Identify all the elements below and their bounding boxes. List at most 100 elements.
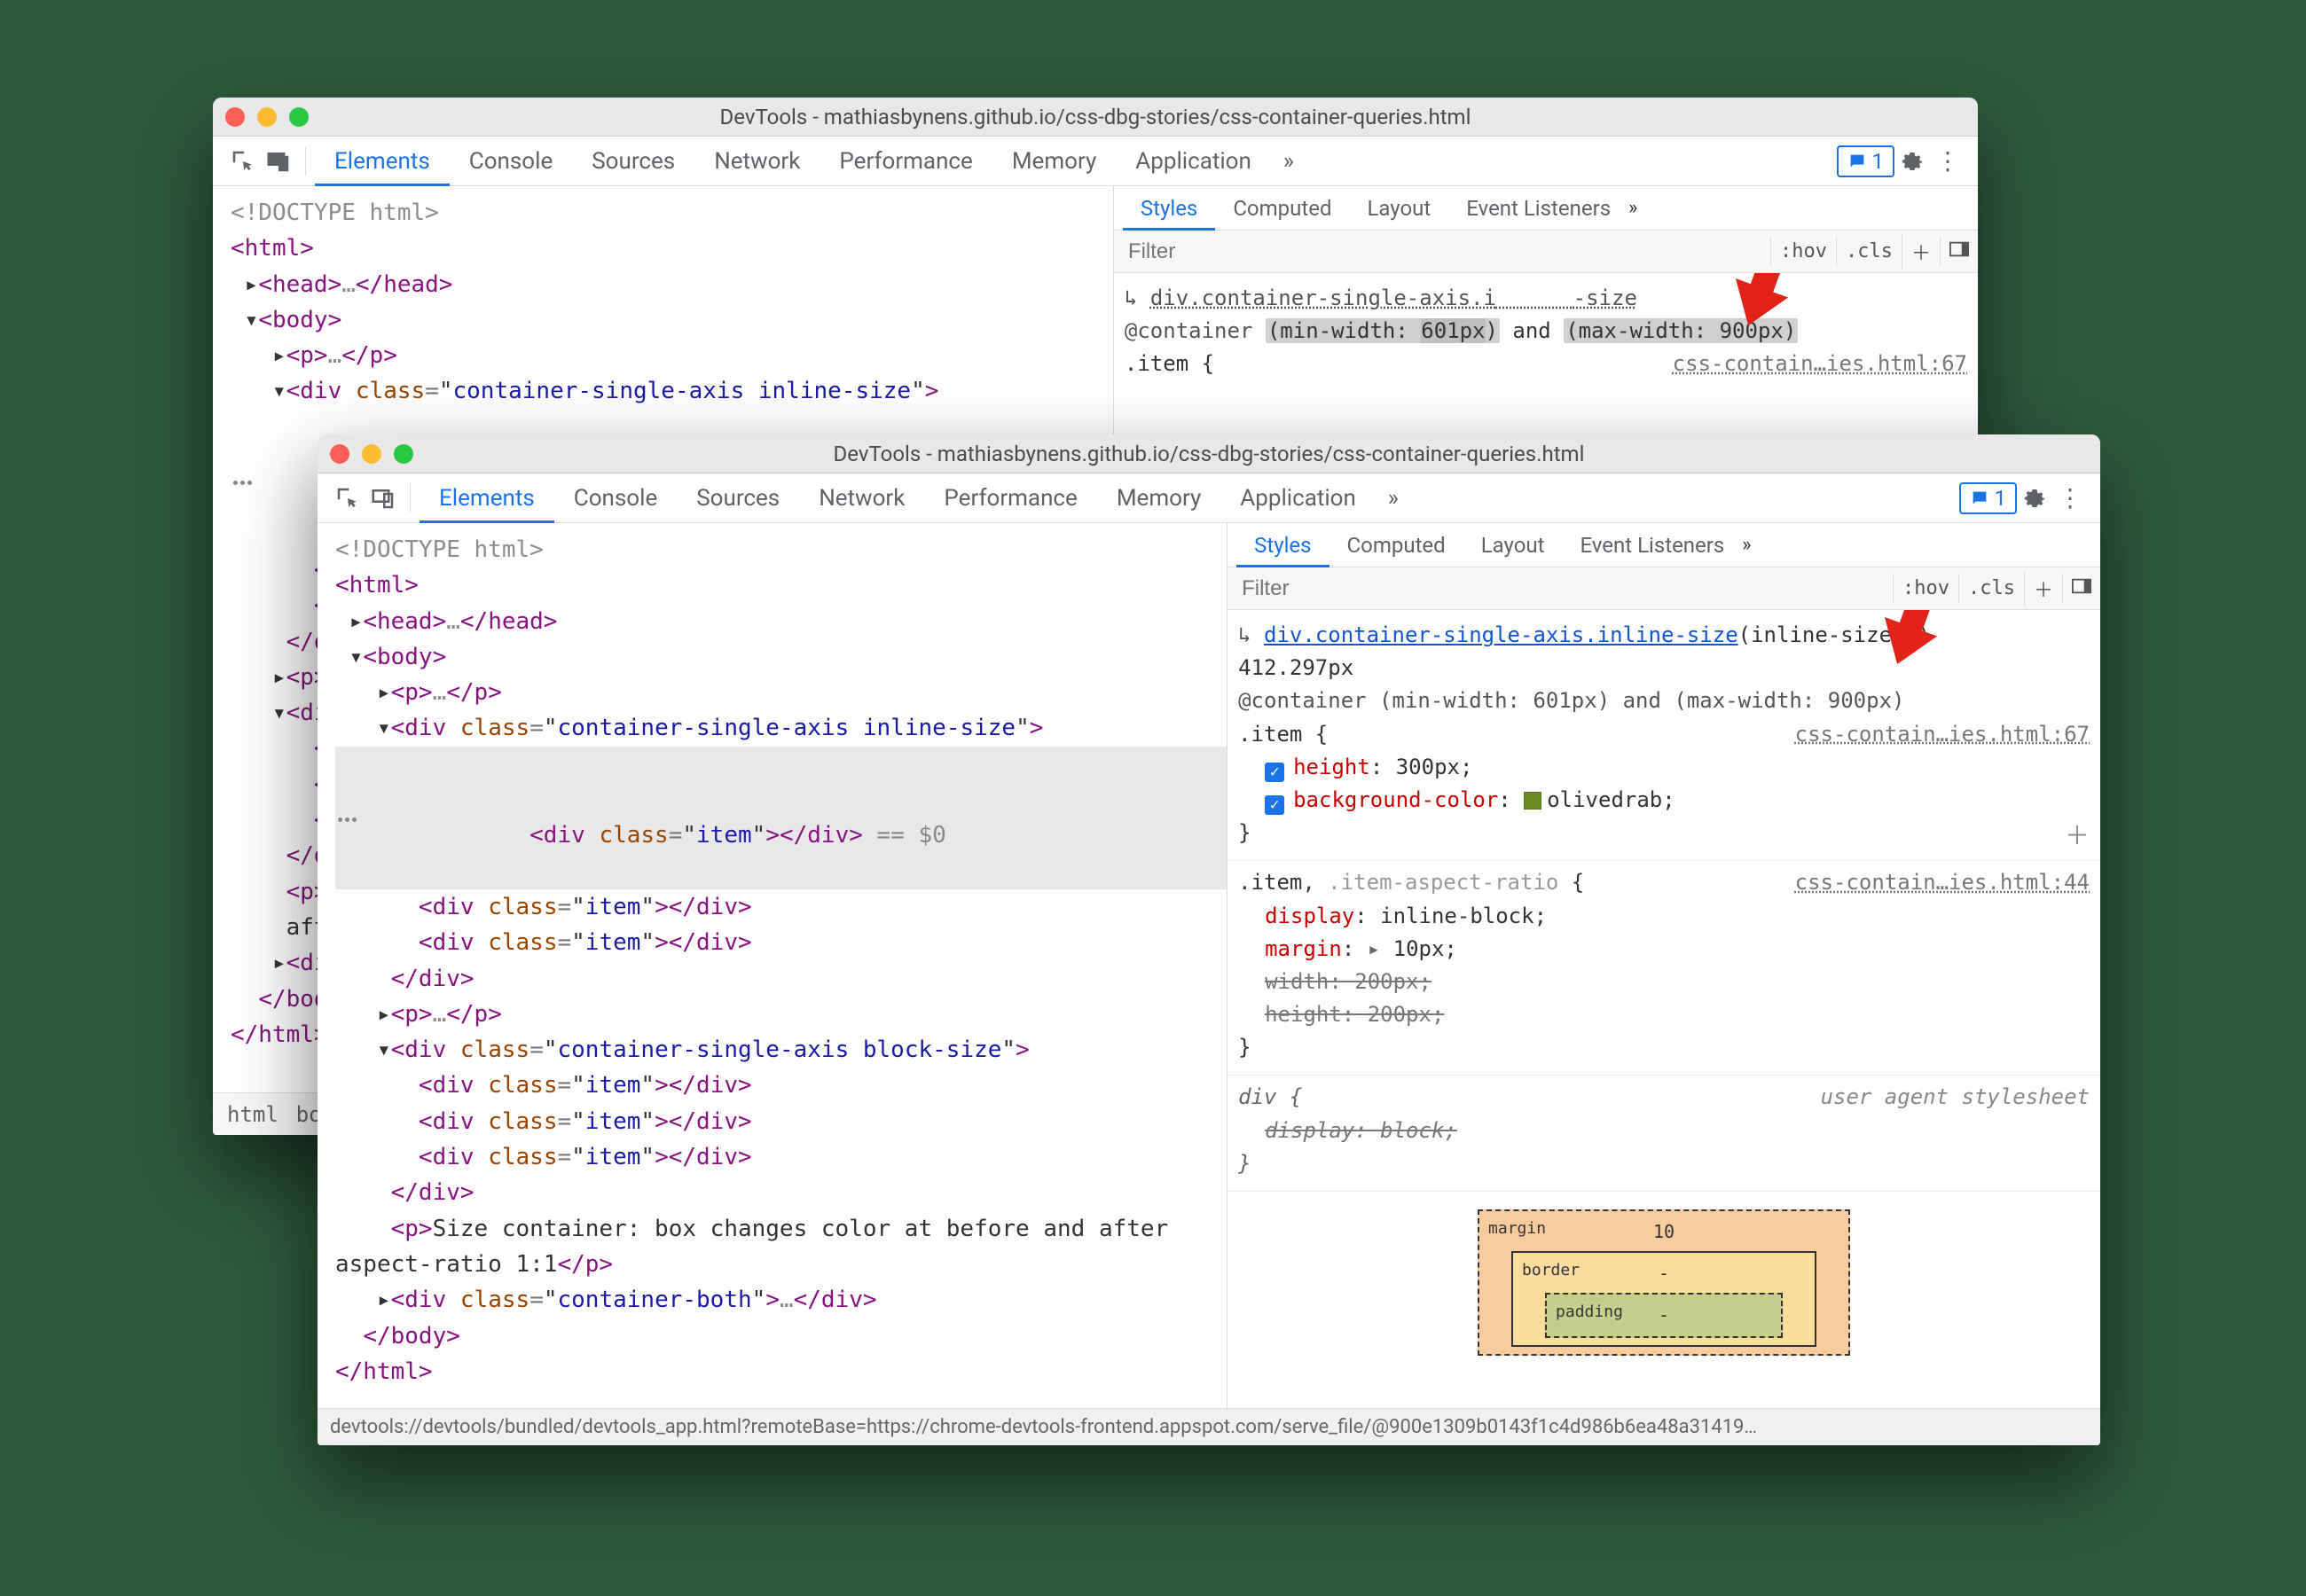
html-close[interactable]: </html>: [335, 1354, 1227, 1389]
toggle-sidebar-icon[interactable]: [1940, 237, 1978, 266]
toggle-sidebar-icon[interactable]: [2062, 574, 2100, 603]
div-item-2[interactable]: <div class="item"></div>: [335, 889, 1227, 925]
container-rule[interactable]: @container (min-width: 601px) and (max-w…: [1125, 315, 1967, 348]
div-2-close[interactable]: </div>: [335, 1175, 1227, 1210]
p-empty-2[interactable]: ▸<p>…</p>: [335, 997, 1227, 1032]
more-tabs-icon[interactable]: »: [1376, 481, 1411, 516]
rule-item-aspect[interactable]: css-contain…ies.html:44 .item, .item-asp…: [1238, 866, 2090, 1064]
add-prop-icon[interactable]: ＋: [2065, 817, 2090, 855]
div-item-selected[interactable]: <div class="item"></div> == $0: [335, 747, 1227, 889]
rule-div-ua[interactable]: user agent stylesheet div { display: blo…: [1238, 1081, 2090, 1180]
cls-toggle[interactable]: .cls: [1958, 574, 2024, 603]
tab-elements[interactable]: Elements: [420, 473, 554, 523]
div-container-1[interactable]: ▾<div class="container-single-axis inlin…: [335, 710, 1227, 746]
div2-item-3[interactable]: <div class="item"></div>: [335, 1139, 1227, 1175]
elements-tree[interactable]: <!DOCTYPE html> <html> ▸<head>…</head> ▾…: [318, 523, 1227, 1408]
tab-network[interactable]: Network: [694, 137, 820, 186]
head[interactable]: ▸<head>…</head>: [231, 267, 1113, 302]
inspect-element-icon[interactable]: [225, 144, 261, 179]
subtab-layout[interactable]: Layout: [1463, 523, 1563, 567]
tab-performance[interactable]: Performance: [820, 137, 992, 186]
prop-height[interactable]: height: 300px;: [1238, 751, 2090, 784]
hov-toggle[interactable]: :hov: [1893, 574, 1958, 603]
tab-elements[interactable]: Elements: [315, 137, 450, 186]
subtab-styles[interactable]: Styles: [1236, 523, 1329, 567]
cls-toggle[interactable]: .cls: [1836, 237, 1902, 266]
tab-application[interactable]: Application: [1116, 137, 1271, 186]
more-subtabs-icon[interactable]: »: [1628, 197, 1637, 219]
tab-memory[interactable]: Memory: [1097, 473, 1220, 523]
kebab-menu-icon[interactable]: ⋮: [1930, 144, 1965, 179]
tab-console[interactable]: Console: [450, 137, 572, 186]
settings-gear-icon[interactable]: [1894, 144, 1930, 179]
breadcrumb-item[interactable]: html: [227, 1102, 278, 1127]
html-open[interactable]: <html>: [335, 567, 1227, 603]
maximize-icon[interactable]: [289, 107, 309, 127]
settings-gear-icon[interactable]: [2017, 481, 2052, 516]
div-container-1[interactable]: ▾<div class="container-single-axis inlin…: [231, 373, 1113, 409]
item-selector[interactable]: css-contain…ies.html:67 .item {: [1125, 348, 1967, 380]
tab-sources[interactable]: Sources: [677, 473, 799, 523]
hov-toggle[interactable]: :hov: [1770, 237, 1836, 266]
source-location-2[interactable]: css-contain…ies.html:44: [1795, 866, 2090, 899]
box-model[interactable]: margin 10 border - padding -: [1478, 1209, 1850, 1356]
minimize-icon[interactable]: [257, 107, 277, 127]
body-open[interactable]: ▾<body>: [335, 639, 1227, 675]
subtab-computed[interactable]: Computed: [1215, 186, 1349, 231]
subtab-computed[interactable]: Computed: [1329, 523, 1463, 567]
checkbox-icon[interactable]: [1265, 763, 1284, 782]
p-node[interactable]: ▸<p>…</p>: [231, 338, 1113, 373]
source-location[interactable]: css-contain…ies.html:67: [1673, 348, 1967, 380]
body-open[interactable]: ▾<body>: [231, 302, 1113, 338]
rule-item[interactable]: css-contain…ies.html:67 .item { height: …: [1238, 718, 2090, 850]
styles-body[interactable]: ↳ div.container-single-axis.inline-size(…: [1228, 610, 2100, 1408]
p-empty-1[interactable]: ▸<p>…</p>: [335, 675, 1227, 710]
tab-application[interactable]: Application: [1220, 473, 1376, 523]
more-subtabs-icon[interactable]: »: [1742, 534, 1751, 556]
more-tabs-icon[interactable]: »: [1271, 144, 1306, 179]
titlebar[interactable]: DevTools - mathiasbynens.github.io/css-d…: [318, 434, 2100, 473]
tab-sources[interactable]: Sources: [572, 137, 694, 186]
crumb-row[interactable]: ↳ div.container-single-axis.i -size: [1125, 282, 1967, 315]
subtab-event-listeners[interactable]: Event Listeners: [1448, 186, 1628, 231]
div2-item-1[interactable]: <div class="item"></div>: [335, 1068, 1227, 1103]
subtab-styles[interactable]: Styles: [1123, 186, 1215, 231]
tab-console[interactable]: Console: [554, 473, 677, 523]
cq-origin-row[interactable]: ↳ div.container-single-axis.inline-size(…: [1238, 619, 2090, 652]
prop-height-struck[interactable]: height: 200px;: [1238, 998, 2090, 1031]
issues-badge[interactable]: 1: [1959, 482, 2018, 514]
div-1-close[interactable]: </div>: [335, 961, 1227, 997]
prop-bg[interactable]: background-color: olivedrab;: [1238, 784, 2090, 817]
div-item-3[interactable]: <div class="item"></div>: [335, 925, 1227, 960]
prop-margin[interactable]: margin: ▸ 10px;: [1238, 933, 2090, 966]
container-rule[interactable]: @container (min-width: 601px) and (max-w…: [1238, 685, 2090, 717]
checkbox-icon[interactable]: [1265, 795, 1284, 815]
cq-origin[interactable]: div.container-single-axis.i -size: [1150, 286, 1637, 310]
tab-performance[interactable]: Performance: [924, 473, 1096, 523]
device-toolbar-icon[interactable]: [261, 144, 296, 179]
cq-origin-link[interactable]: div.container-single-axis.inline-size: [1264, 622, 1738, 647]
inspect-element-icon[interactable]: [330, 481, 365, 516]
box-model-border[interactable]: border - padding -: [1511, 1251, 1816, 1347]
div2-item-2[interactable]: <div class="item"></div>: [335, 1104, 1227, 1139]
issues-badge[interactable]: 1: [1837, 145, 1895, 177]
p-text-node[interactable]: <p>Size container: box changes color at …: [335, 1211, 1227, 1283]
prop-width-struck[interactable]: width: 200px;: [1238, 966, 2090, 998]
body-close[interactable]: </body>: [335, 1318, 1227, 1354]
close-icon[interactable]: [225, 107, 245, 127]
box-model-padding[interactable]: padding -: [1545, 1293, 1783, 1338]
div-both[interactable]: ▸<div class="container-both">…</div>: [335, 1282, 1227, 1318]
head[interactable]: ▸<head>…</head>: [335, 604, 1227, 639]
prop-display[interactable]: display: inline-block;: [1238, 900, 2090, 933]
html-open[interactable]: <html>: [231, 231, 1113, 266]
device-toolbar-icon[interactable]: [365, 481, 401, 516]
new-rule-icon[interactable]: ＋: [2024, 571, 2062, 606]
filter-input[interactable]: [1228, 576, 1893, 601]
color-swatch-icon[interactable]: [1524, 792, 1541, 810]
titlebar[interactable]: DevTools - mathiasbynens.github.io/css-d…: [213, 98, 1978, 137]
box-model-margin[interactable]: margin 10 border - padding -: [1478, 1209, 1850, 1356]
tab-network[interactable]: Network: [799, 473, 924, 523]
minimize-icon[interactable]: [362, 444, 381, 464]
source-location-1[interactable]: css-contain…ies.html:67: [1795, 718, 2090, 751]
kebab-menu-icon[interactable]: ⋮: [2052, 481, 2088, 516]
